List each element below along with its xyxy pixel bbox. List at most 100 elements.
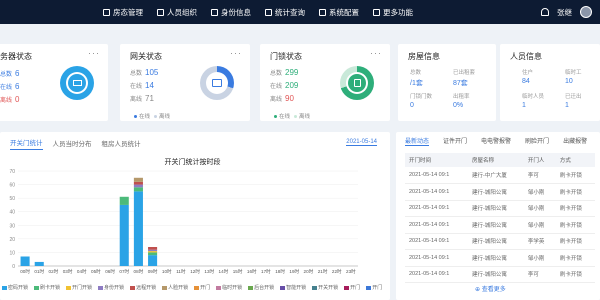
x-tick-label: 13时 (204, 268, 214, 274)
tab-people-distribution[interactable]: 人员当时分布 (53, 138, 92, 148)
y-tick-label: 30 (9, 223, 15, 229)
gateway-offline: 离线 71 (130, 94, 154, 103)
bar[interactable] (34, 261, 44, 266)
legend-label: 密码开锁 (8, 285, 29, 291)
server-offline: 离线 0 (0, 95, 20, 104)
legend-label: 身份开锁 (104, 285, 125, 291)
card-title: 务器状态 (0, 52, 32, 61)
bar[interactable] (119, 196, 129, 205)
table-cell: 2021-05-14 09:1 (405, 216, 469, 234)
tab-card-open[interactable]: 证件开门 (443, 136, 467, 146)
legend-item[interactable]: 刷卡开锁 (34, 284, 60, 291)
table-cell: 建行-城阳公寓 (468, 249, 524, 267)
bell-icon[interactable] (541, 8, 549, 16)
x-tick-label: 09时 (148, 268, 158, 274)
bar[interactable] (133, 184, 143, 188)
legend-item[interactable]: 人脸开锁 (162, 284, 188, 291)
table-cell: 2021-05-14 09:1 (405, 200, 469, 217)
bar[interactable] (119, 204, 129, 266)
nav-item-house[interactable]: 房态管理 (103, 7, 143, 18)
bar[interactable] (133, 191, 143, 266)
legend-item[interactable]: 开门开锁 (66, 284, 92, 291)
bar[interactable] (148, 247, 158, 250)
legend-swatch (216, 285, 222, 290)
nav-label: 房态管理 (113, 7, 143, 17)
people-info-card: 人员信息 住户 84 临时工 10 临时人员 1 已迁出 1 (500, 44, 600, 121)
nav-item-identity[interactable]: 身份信息 (211, 7, 251, 18)
more-icon[interactable]: ··· (88, 48, 100, 58)
legend-item[interactable]: 开门 (344, 284, 360, 291)
house-rented: 已出租套 87套 (453, 70, 476, 87)
gateway-legend: 在线 离线 (130, 112, 170, 120)
nav-label: 系统配置 (329, 7, 359, 17)
table-row[interactable]: 2021-05-14 09:1 建行-中广大厦 李可 刷卡开锁 (405, 167, 595, 184)
legend-item[interactable]: 身份开锁 (98, 284, 124, 291)
nav-item-stats[interactable]: 统计查询 (265, 7, 305, 18)
bar[interactable] (148, 249, 158, 252)
nav-item-people[interactable]: 人员组织 (157, 7, 197, 18)
table-row[interactable]: 2021-05-14 09:1 建行-城阳公寓 邹小刚 刷卡开锁 (405, 216, 595, 234)
col-time: 开门时间 (405, 153, 469, 167)
bar[interactable] (133, 177, 143, 182)
tab-latest[interactable]: 最新动态 (405, 136, 430, 146)
user-name[interactable]: 张继 (557, 7, 572, 18)
x-tick-label: 06时 (105, 268, 115, 274)
more-icon[interactable]: ··· (370, 48, 382, 58)
x-tick-label: 00时 (20, 268, 30, 274)
legend-swatch (344, 285, 350, 290)
lock-status-card: 门锁状态 ··· 总数 299 在线 209 离线 90 在线 离线 (260, 44, 390, 121)
bar[interactable] (148, 252, 158, 256)
more-icon[interactable]: ··· (230, 48, 242, 58)
x-tick-label: 20时 (304, 268, 314, 274)
bar[interactable] (133, 181, 143, 185)
legend-item[interactable]: 开门 (194, 284, 210, 291)
gateway-ring (200, 66, 234, 100)
bar[interactable] (148, 251, 158, 253)
nav-item-settings[interactable]: 系统配置 (319, 7, 359, 18)
legend-item[interactable]: 密码开锁 (2, 284, 28, 291)
bar[interactable] (148, 255, 158, 266)
date-picker[interactable]: 2021-05-14 (346, 139, 377, 146)
more-link[interactable]: ⊕ 查看更多 (475, 284, 506, 293)
bar[interactable] (20, 256, 30, 267)
table-cell: 建行-城阳公寓 (468, 183, 524, 201)
legend-swatch (98, 285, 104, 290)
table-row[interactable]: 2021-05-14 09:1 建行-城阳公寓 李可 刷卡开锁 (405, 266, 595, 283)
table-cell: 刷卡开锁 (555, 183, 595, 201)
table-row[interactable]: 2021-05-14 09:1 建行-城阳公寓 邹小刚 刷卡开锁 (405, 200, 595, 217)
x-tick-label: 23时 (346, 268, 356, 274)
settings-icon (319, 8, 326, 16)
tab-renter-stats[interactable]: 租房人员统计 (102, 138, 141, 148)
table-cell: 2021-05-14 09:1 (405, 249, 469, 267)
tab-alarm[interactable]: 电电警报警 (481, 136, 511, 146)
x-tick-label: 14时 (219, 268, 229, 274)
legend-swatch (194, 285, 200, 290)
tab-exit-alarm[interactable]: 出藏报警 (563, 136, 587, 146)
avatar[interactable] (580, 6, 592, 18)
legend-item[interactable]: 开关开锁 (312, 284, 338, 291)
legend-label: 开门 (200, 285, 211, 291)
table-cell: 2021-05-14 09:1 (405, 266, 469, 283)
legend-item[interactable]: 后台开锁 (248, 284, 274, 291)
bar[interactable] (133, 187, 143, 192)
tab-face-open[interactable]: 刷脸开门 (525, 136, 549, 146)
table-row[interactable]: 2021-05-14 09:1 建行-城阳公寓 李学英 刷卡开锁 (405, 233, 595, 250)
legend-item[interactable]: 临时开锁 (216, 284, 242, 291)
x-tick-label: 11时 (176, 268, 186, 274)
legend-item[interactable]: 开门 (366, 284, 382, 291)
table-row[interactable]: 2021-05-14 09:1 建行-城阳公寓 邹小刚 刷卡开锁 (405, 183, 595, 201)
nav-item-more[interactable]: 更多功能 (373, 7, 413, 18)
nav-label: 身份信息 (221, 7, 251, 17)
house-total: 总数/1套 (410, 70, 423, 87)
table-row[interactable]: 2021-05-14 09:1 建行-城阳公寓 邹小刚 刷卡开锁 (405, 249, 595, 267)
card-title: 房屋信息 (408, 52, 440, 61)
legend-item[interactable]: 智能开锁 (280, 284, 306, 291)
card-title: 网关状态 (130, 52, 162, 61)
router-icon (212, 79, 222, 87)
main-nav: 房态管理 人员组织 身份信息 统计查询 系统配置 更多功能 (103, 0, 413, 24)
x-tick-label: 15时 (233, 268, 243, 274)
tab-door-stats[interactable]: 开关门统计 (10, 137, 43, 150)
x-tick-label: 19时 (289, 268, 299, 274)
col-method: 方式 (555, 153, 595, 167)
legend-item[interactable]: 远程开锁 (130, 284, 156, 291)
